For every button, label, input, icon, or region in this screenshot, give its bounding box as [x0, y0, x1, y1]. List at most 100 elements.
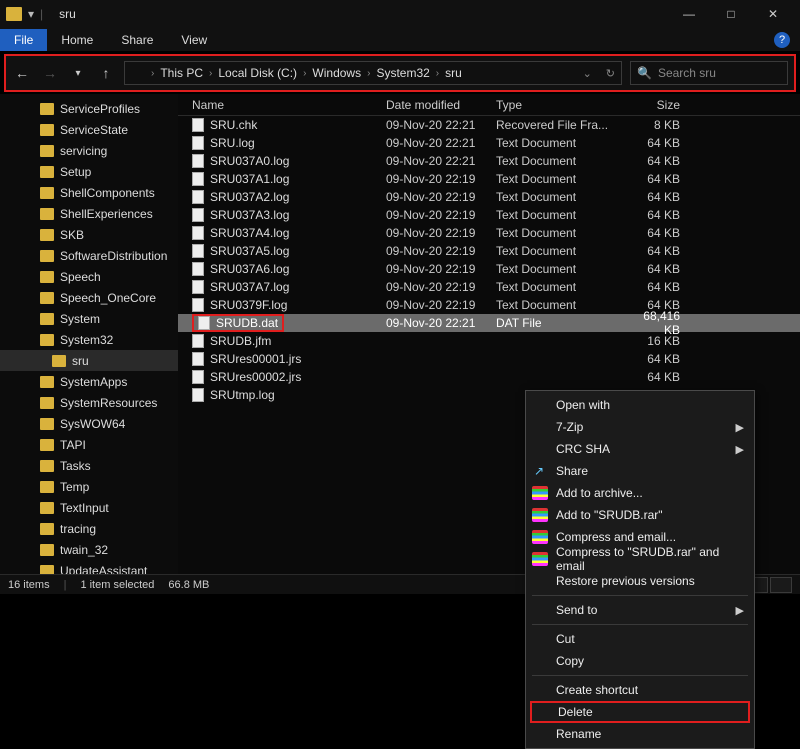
file-row[interactable]: SRU037A2.log09-Nov-20 22:19Text Document… [178, 188, 800, 206]
qat-item[interactable]: ▾ [28, 7, 34, 21]
tree-item[interactable]: SystemApps [0, 371, 178, 392]
column-name[interactable]: Name [192, 98, 386, 112]
cm-7zip[interactable]: 7-Zip▶ [526, 416, 754, 438]
file-row[interactable]: SRU037A0.log09-Nov-20 22:21Text Document… [178, 152, 800, 170]
breadcrumb-item[interactable]: Windows [312, 66, 361, 80]
breadcrumb-bar[interactable]: › This PC › Local Disk (C:) › Windows › … [124, 61, 622, 85]
column-date[interactable]: Date modified [386, 98, 496, 112]
cm-send-to[interactable]: Send to▶ [526, 599, 754, 621]
file-icon [192, 118, 204, 132]
search-input[interactable]: 🔍 Search sru [630, 61, 788, 85]
tree-item[interactable]: sru [0, 350, 178, 371]
breadcrumb-item[interactable]: sru [445, 66, 462, 80]
cm-crc-sha[interactable]: CRC SHA▶ [526, 438, 754, 460]
separator [532, 595, 748, 596]
file-row[interactable]: SRU037A5.log09-Nov-20 22:19Text Document… [178, 242, 800, 260]
tree-item[interactable]: ShellExperiences [0, 203, 178, 224]
file-row[interactable]: SRUDB.dat09-Nov-20 22:21DAT File68,416 K… [178, 314, 800, 332]
file-name: SRU037A5.log [210, 244, 289, 258]
cm-delete[interactable]: Delete [530, 701, 750, 723]
back-button[interactable]: ← [12, 65, 32, 81]
tree-item[interactable]: SystemResources [0, 392, 178, 413]
tree-item[interactable]: ServiceProfiles [0, 98, 178, 119]
folder-icon [40, 376, 54, 388]
file-row[interactable]: SRUres00002.jrs64 KB [178, 368, 800, 386]
breadcrumb-item[interactable]: This PC [160, 66, 203, 80]
file-row[interactable]: SRU037A4.log09-Nov-20 22:19Text Document… [178, 224, 800, 242]
tree-item[interactable]: Speech [0, 266, 178, 287]
tree-item[interactable]: ServiceState [0, 119, 178, 140]
tab-home[interactable]: Home [47, 29, 107, 51]
close-button[interactable]: ✕ [752, 0, 794, 28]
navigation-pane[interactable]: ServiceProfilesServiceStateservicingSetu… [0, 94, 178, 574]
file-type: DAT File [496, 316, 624, 330]
cm-restore-versions[interactable]: Restore previous versions [526, 570, 754, 592]
file-row[interactable]: SRU037A3.log09-Nov-20 22:19Text Document… [178, 206, 800, 224]
cm-rename[interactable]: Rename [526, 723, 754, 745]
cm-create-shortcut[interactable]: Create shortcut [526, 679, 754, 701]
file-icon [192, 208, 204, 222]
tree-item[interactable]: SKB [0, 224, 178, 245]
tree-item[interactable]: servicing [0, 140, 178, 161]
tree-item[interactable]: tracing [0, 518, 178, 539]
tree-item[interactable]: Setup [0, 161, 178, 182]
tree-item-label: Tasks [60, 459, 91, 473]
tree-item-label: ShellComponents [60, 186, 155, 200]
file-name: SRUres00001.jrs [210, 352, 301, 366]
file-row[interactable]: SRU0379F.log09-Nov-20 22:19Text Document… [178, 296, 800, 314]
forward-button[interactable]: → [40, 65, 60, 81]
cm-add-rar[interactable]: Add to "SRUDB.rar" [526, 504, 754, 526]
tab-view[interactable]: View [167, 29, 221, 51]
tree-item-label: SysWOW64 [60, 417, 125, 431]
tree-item[interactable]: SoftwareDistribution [0, 245, 178, 266]
file-row[interactable]: SRU.chk09-Nov-20 22:21Recovered File Fra… [178, 116, 800, 134]
tree-item[interactable]: System [0, 308, 178, 329]
cm-add-archive[interactable]: Add to archive... [526, 482, 754, 504]
tree-item[interactable]: ShellComponents [0, 182, 178, 203]
recent-locations[interactable]: ▾ [68, 68, 88, 79]
file-type: Recovered File Fra... [496, 118, 624, 132]
archive-icon [532, 552, 548, 566]
breadcrumb-item[interactable]: System32 [376, 66, 429, 80]
file-row[interactable]: SRUDB.jfm16 KB [178, 332, 800, 350]
context-menu: Open with 7-Zip▶ CRC SHA▶ Share Add to a… [525, 390, 755, 749]
tree-item[interactable]: TAPI [0, 434, 178, 455]
column-type[interactable]: Type [496, 98, 624, 112]
file-row[interactable]: SRU.log09-Nov-20 22:21Text Document64 KB [178, 134, 800, 152]
column-headers[interactable]: Name Date modified Type Size [178, 94, 800, 116]
tree-item[interactable]: TextInput [0, 497, 178, 518]
thumbnails-view-icon[interactable] [770, 577, 792, 593]
cm-open-with[interactable]: Open with [526, 394, 754, 416]
archive-icon [532, 530, 548, 544]
file-row[interactable]: SRUres00001.jrs64 KB [178, 350, 800, 368]
tree-item[interactable]: System32 [0, 329, 178, 350]
tree-item[interactable]: Speech_OneCore [0, 287, 178, 308]
breadcrumb-item[interactable]: Local Disk (C:) [218, 66, 297, 80]
tree-item-label: System32 [60, 333, 113, 347]
tree-item[interactable]: SysWOW64 [0, 413, 178, 434]
cm-share[interactable]: Share [526, 460, 754, 482]
refresh-icon[interactable]: ↻ [606, 67, 615, 80]
maximize-button[interactable]: □ [710, 0, 752, 28]
tree-item[interactable]: Temp [0, 476, 178, 497]
file-type: Text Document [496, 190, 624, 204]
tree-item[interactable]: twain_32 [0, 539, 178, 560]
tab-file[interactable]: File [0, 29, 47, 51]
quick-access-toolbar: ▾ [28, 7, 34, 21]
cm-copy[interactable]: Copy [526, 650, 754, 672]
cm-compress-rar-email[interactable]: Compress to "SRUDB.rar" and email [526, 548, 754, 570]
tab-share[interactable]: Share [107, 29, 167, 51]
file-icon [192, 172, 204, 186]
file-row[interactable]: SRU037A1.log09-Nov-20 22:19Text Document… [178, 170, 800, 188]
file-row[interactable]: SRU037A7.log09-Nov-20 22:19Text Document… [178, 278, 800, 296]
dropdown-icon[interactable]: ⌄ [583, 67, 592, 80]
up-button[interactable]: ↑ [96, 65, 116, 81]
folder-icon [40, 292, 54, 304]
help-icon[interactable]: ? [774, 32, 790, 48]
column-size[interactable]: Size [624, 98, 704, 112]
minimize-button[interactable]: — [668, 0, 710, 28]
file-row[interactable]: SRU037A6.log09-Nov-20 22:19Text Document… [178, 260, 800, 278]
cm-cut[interactable]: Cut [526, 628, 754, 650]
tree-item[interactable]: UpdateAssistant [0, 560, 178, 574]
tree-item[interactable]: Tasks [0, 455, 178, 476]
